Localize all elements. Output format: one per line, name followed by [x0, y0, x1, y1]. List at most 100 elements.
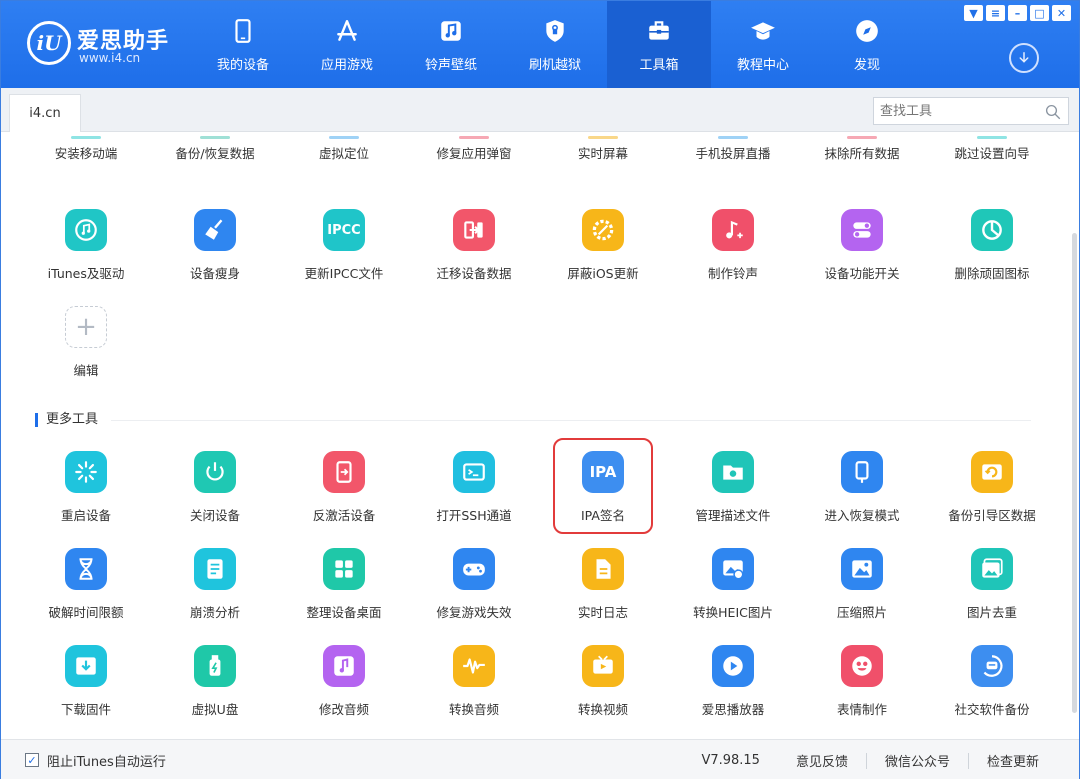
maximize-icon[interactable]: □ — [1030, 5, 1049, 21]
tool-label: 屏蔽iOS更新 — [567, 266, 639, 281]
tool-edit[interactable]: + 编辑 — [31, 306, 141, 396]
search-icon[interactable] — [1044, 103, 1062, 121]
tool-grid[interactable]: 整理设备桌面 — [289, 548, 399, 638]
tool-label: 删除顽固图标 — [954, 266, 1030, 281]
tool-heic[interactable]: 转换HEIC图片 — [678, 548, 788, 638]
tool-label: 实时日志 — [577, 605, 628, 620]
tool-recovery[interactable]: 进入恢复模式 — [807, 451, 917, 541]
tool-profile[interactable]: 管理描述文件 — [678, 451, 788, 541]
partial-icon-edge — [977, 136, 1007, 139]
tool-label: 破解时间限额 — [48, 605, 124, 620]
tool-label: 更新IPCC文件 — [304, 266, 384, 281]
tool-itunes-driver[interactable]: iTunes及驱动 — [31, 209, 141, 299]
version-label: V7.98.15 — [701, 753, 760, 768]
scrollbar[interactable] — [1072, 233, 1077, 713]
tool-block-ios-update[interactable]: 屏蔽iOS更新 — [548, 209, 658, 299]
tool-terminal[interactable]: 打开SSH通道 — [419, 451, 529, 541]
minimize-icon[interactable]: – — [1008, 5, 1027, 21]
section-divider — [111, 420, 1031, 421]
partial-icon-edge — [71, 136, 101, 139]
nav-flash-jailbreak[interactable]: 刷机越狱 — [503, 1, 607, 88]
appstore-icon — [332, 16, 362, 46]
tool-label: 手机投屏直播 — [695, 146, 771, 161]
tool-deactivate[interactable]: 反激活设备 — [289, 451, 399, 541]
tool-make-ringtone[interactable]: 制作铃声 — [678, 209, 788, 299]
nav-my-device[interactable]: 我的设备 — [191, 1, 295, 88]
tool-label: 转换HEIC图片 — [693, 605, 773, 620]
tool-emoji[interactable]: 表情制作 — [807, 645, 917, 735]
tool-player[interactable]: 爱思播放器 — [678, 645, 788, 735]
feedback-link[interactable]: 意见反馈 — [778, 751, 866, 770]
tool-backup-boot[interactable]: 备份引导区数据 — [937, 451, 1047, 541]
logo: iU 爱思助手 www.i4.cn — [27, 19, 177, 69]
tool-dedupe[interactable]: 图片去重 — [937, 548, 1047, 638]
tool-transfer-data[interactable]: 迁移设备数据 — [419, 209, 529, 299]
tool-label: iTunes及驱动 — [47, 266, 125, 281]
search-box[interactable] — [873, 97, 1069, 125]
recovery-icon — [841, 451, 883, 493]
log-icon — [582, 548, 624, 590]
tool-download-firmware[interactable]: 下载固件 — [31, 645, 141, 735]
tool-label: 图片去重 — [966, 605, 1017, 620]
tool-screen-mirror[interactable]: 手机投屏直播 — [678, 143, 788, 183]
tool-hourglass[interactable]: 破解时间限额 — [31, 548, 141, 638]
nav-label: 我的设备 — [216, 58, 269, 73]
tool-fix-app-popup[interactable]: 修复应用弹窗 — [419, 143, 529, 183]
tool-audio-wave[interactable]: 转换音频 — [419, 645, 529, 735]
tool-label: 打开SSH通道 — [436, 508, 512, 523]
tool-label: 修复游戏失效 — [436, 605, 512, 620]
tool-erase-all[interactable]: 抹除所有数据 — [807, 143, 917, 183]
checkbox-label: 阻止iTunes自动运行 — [47, 755, 166, 770]
tool-label: 修复应用弹窗 — [436, 146, 512, 161]
tool-restart[interactable]: 重启设备 — [31, 451, 141, 541]
tool-crash-log[interactable]: 崩溃分析 — [160, 548, 270, 638]
nav-discover[interactable]: 发现 — [815, 1, 919, 88]
tool-label: 虚拟U盘 — [191, 702, 239, 717]
nav-label: 铃声壁纸 — [424, 58, 477, 73]
tool-label: 制作铃声 — [707, 266, 758, 281]
block-update-icon — [582, 209, 624, 251]
tool-realtime-screen[interactable]: 实时屏幕 — [548, 143, 658, 183]
tool-skip-setup[interactable]: 跳过设置向导 — [937, 143, 1047, 183]
nav-apps[interactable]: 应用游戏 — [295, 1, 399, 88]
search-input[interactable] — [874, 98, 1034, 124]
tool-delete-stubborn-icons[interactable]: 删除顽固图标 — [937, 209, 1047, 299]
tool-power[interactable]: 关闭设备 — [160, 451, 270, 541]
download-manager-icon[interactable] — [1009, 43, 1039, 73]
tool-edit-audio[interactable]: 修改音频 — [289, 645, 399, 735]
nav-ringtones[interactable]: 铃声壁纸 — [399, 1, 503, 88]
tool-label: 社交软件备份 — [954, 702, 1030, 717]
itunes-autorun-checkbox[interactable]: ✓ — [25, 753, 39, 767]
skin-icon[interactable]: ▼ — [964, 5, 983, 21]
tool-update-ipcc[interactable]: IPCC 更新IPCC文件 — [289, 209, 399, 299]
tool-gamepad[interactable]: 修复游戏失效 — [419, 548, 529, 638]
ipcc-icon: IPCC — [323, 209, 365, 251]
nav-tutorials[interactable]: 教程中心 — [711, 1, 815, 88]
wechat-link[interactable]: 微信公众号 — [867, 751, 968, 770]
backup-boot-icon — [971, 451, 1013, 493]
tool-backup-restore[interactable]: 备份/恢复数据 — [160, 143, 270, 183]
compass-icon — [852, 16, 882, 46]
tool-compress-photo[interactable]: 压缩照片 — [807, 548, 917, 638]
check-update-link[interactable]: 检查更新 — [969, 751, 1057, 770]
tool-label: 崩溃分析 — [189, 605, 240, 620]
tool-video[interactable]: 转换视频 — [548, 645, 658, 735]
tool-usb[interactable]: 虚拟U盘 — [160, 645, 270, 735]
tool-log[interactable]: 实时日志 — [548, 548, 658, 638]
tool-device-slim[interactable]: 设备瘦身 — [160, 209, 270, 299]
menu-icon[interactable]: ≡ — [986, 5, 1005, 21]
video-icon — [582, 645, 624, 687]
tool-label: 转换音频 — [448, 702, 499, 717]
nav-toolbox[interactable]: 工具箱 — [607, 1, 711, 88]
tab-i4cn[interactable]: i4.cn — [9, 94, 81, 132]
tool-label: 抹除所有数据 — [824, 146, 900, 161]
shield-icon — [540, 16, 570, 46]
tool-install-mobile[interactable]: 安装移动端 — [31, 143, 141, 183]
close-icon[interactable]: ✕ — [1052, 5, 1071, 21]
tool-chat-backup[interactable]: 社交软件备份 — [937, 645, 1047, 735]
grid-icon — [323, 548, 365, 590]
edit-audio-icon — [323, 645, 365, 687]
dedupe-icon — [971, 548, 1013, 590]
tool-device-switches[interactable]: 设备功能开关 — [807, 209, 917, 299]
tool-virtual-location[interactable]: 虚拟定位 — [289, 143, 399, 183]
